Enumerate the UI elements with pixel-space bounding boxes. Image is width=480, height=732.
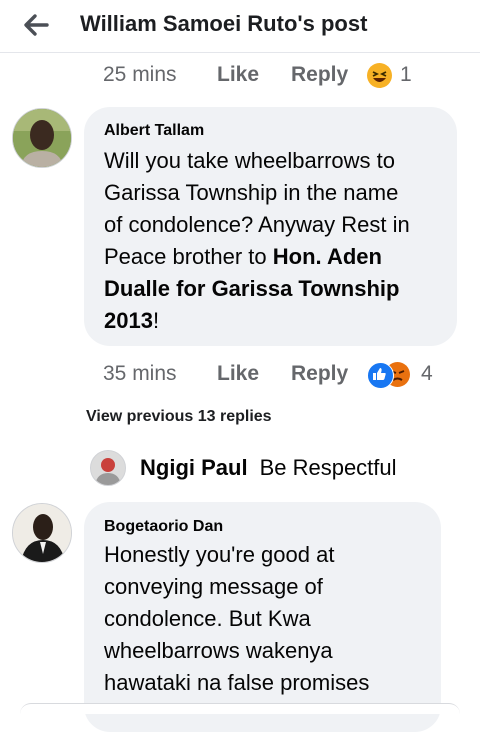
comment-line: Honestly you're good at (104, 542, 335, 567)
avatar (90, 450, 126, 486)
back-arrow-icon (24, 14, 49, 36)
comment-line: wheelbarrows wakenya (104, 638, 333, 663)
post-header: William Samoei Ruto's post (0, 0, 480, 53)
like-reaction-icon (367, 361, 394, 389)
reactions-summary[interactable] (367, 361, 413, 389)
comment-line: conveying message of (104, 574, 323, 599)
comment-text-bold: 2013 (104, 308, 153, 333)
comment-line: Will you take wheelbarrows to (104, 148, 396, 173)
comment-line: Peace brother to Hon. Aden (104, 241, 410, 273)
reply-text: Be Respectful (259, 455, 397, 480)
comment-line: condolence. But Kwa (104, 606, 311, 631)
reply-button[interactable]: Reply (291, 362, 367, 386)
comment-bubble: Bogetaorio Dan Honestly you're good at c… (84, 502, 441, 732)
avatar[interactable] (12, 108, 72, 168)
page-title: William Samoei Ruto's post (80, 11, 368, 36)
reaction-count: 4 (421, 362, 433, 385)
like-button[interactable]: Like (217, 362, 291, 386)
comment-bubble: Albert Tallam Will you take wheelbarrows… (84, 107, 457, 346)
comment-author[interactable]: Albert Tallam (104, 122, 204, 140)
user-photo-icon (13, 504, 71, 562)
comment-text-bold: Dualle for Garissa Township (104, 276, 400, 301)
comment-text-plain: Peace brother to (104, 244, 273, 269)
reply-author[interactable]: Ngigi Paul (140, 455, 248, 481)
avatar[interactable] (12, 503, 72, 563)
reaction-count: 1 (400, 63, 412, 86)
comment-time: 25 mins (103, 63, 177, 86)
comment-line: Dualle for Garissa Township (104, 273, 410, 305)
comment-text: Will you take wheelbarrows to Garissa To… (104, 145, 410, 337)
reply-preview[interactable]: Ngigi Paul Be Respectful (90, 450, 397, 486)
comment-actions: 35 mins Like Reply 4 (103, 359, 433, 389)
comment-text-bold: Hon. Aden (272, 244, 382, 269)
reply-button[interactable]: Reply (291, 63, 367, 87)
comment-line: hawataki na false promises (104, 670, 370, 695)
comment-time: 35 mins (103, 362, 177, 385)
comment-line: Garissa Township in the name (104, 180, 399, 205)
view-previous-replies-link[interactable]: View previous 13 replies (86, 408, 272, 426)
comment-line: 2013! (104, 305, 410, 337)
prev-comment-actions: 25 mins Like Reply 1 (103, 60, 412, 90)
comment-text-plain: ! (152, 308, 160, 333)
haha-emoji-icon[interactable] (367, 62, 392, 88)
comment-text: Honestly you're good at conveying messag… (104, 539, 369, 699)
back-button[interactable] (18, 6, 56, 44)
user-photo-icon (91, 451, 125, 485)
like-button[interactable]: Like (217, 63, 291, 87)
user-photo-icon (13, 109, 71, 167)
comment-line: of condolence? Anyway Rest in (104, 212, 410, 237)
comment-author[interactable]: Bogetaorio Dan (104, 518, 223, 536)
comment-composer-edge[interactable] (20, 703, 460, 714)
